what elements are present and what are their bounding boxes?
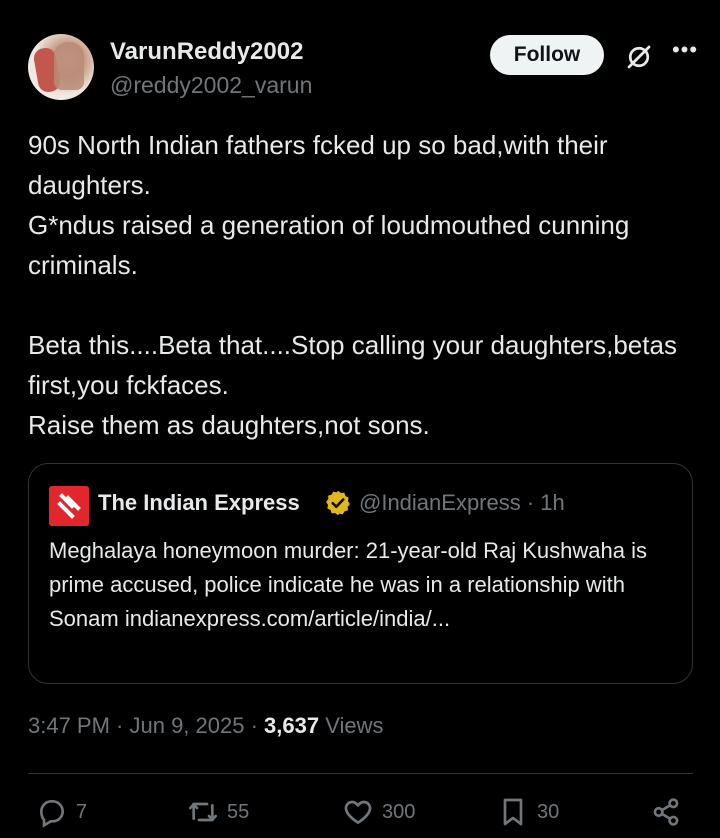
bookmark-button[interactable]: 30 bbox=[497, 796, 559, 828]
share-button[interactable] bbox=[650, 796, 690, 828]
bookmark-icon bbox=[503, 798, 523, 826]
quoted-tweet[interactable]: The Indian Express @IndianExpress · 1h M… bbox=[28, 463, 693, 684]
action-bar: 7 55 300 30 bbox=[0, 790, 720, 838]
follow-button[interactable]: Follow bbox=[490, 35, 604, 75]
reply-icon bbox=[39, 800, 65, 828]
more-icon[interactable]: ••• bbox=[670, 39, 700, 70]
grok-icon[interactable] bbox=[624, 42, 654, 72]
like-button[interactable]: 300 bbox=[342, 796, 415, 828]
timestamp[interactable]: 3:47 PM · Jun 9, 2025 · bbox=[28, 713, 264, 738]
repost-button[interactable]: 55 bbox=[187, 796, 249, 828]
avatar[interactable] bbox=[28, 34, 94, 100]
verified-badge-icon bbox=[326, 490, 350, 516]
author-handle[interactable]: @reddy2002_varun bbox=[110, 72, 312, 99]
tweet-header: VarunReddy2002 @reddy2002_varun Follow •… bbox=[28, 32, 700, 104]
views-label: Views bbox=[325, 713, 384, 738]
reply-button[interactable]: 7 bbox=[36, 796, 87, 828]
indian-express-logo-icon bbox=[49, 486, 89, 526]
quoted-text: Meghalaya honeymoon murder: 21-year-old … bbox=[49, 538, 647, 631]
like-icon bbox=[344, 800, 372, 824]
repost-count: 55 bbox=[227, 800, 250, 823]
like-count: 300 bbox=[382, 800, 416, 823]
repost-icon bbox=[189, 802, 217, 822]
author-display-name[interactable]: VarunReddy2002 bbox=[110, 38, 303, 66]
quoted-author-name[interactable]: The Indian Express bbox=[98, 490, 300, 516]
views-count: 3,637 bbox=[264, 713, 320, 738]
divider bbox=[28, 773, 693, 774]
tweet-meta: 3:47 PM · Jun 9, 2025 · 3,637 Views bbox=[28, 713, 384, 739]
tweet-text: 90s North Indian fathers fcked up so bad… bbox=[28, 130, 677, 440]
reply-count: 7 bbox=[76, 800, 88, 823]
bookmark-count: 30 bbox=[537, 800, 560, 823]
quoted-handle-time: @IndianExpress · 1h bbox=[359, 490, 565, 515]
share-icon bbox=[653, 798, 679, 826]
